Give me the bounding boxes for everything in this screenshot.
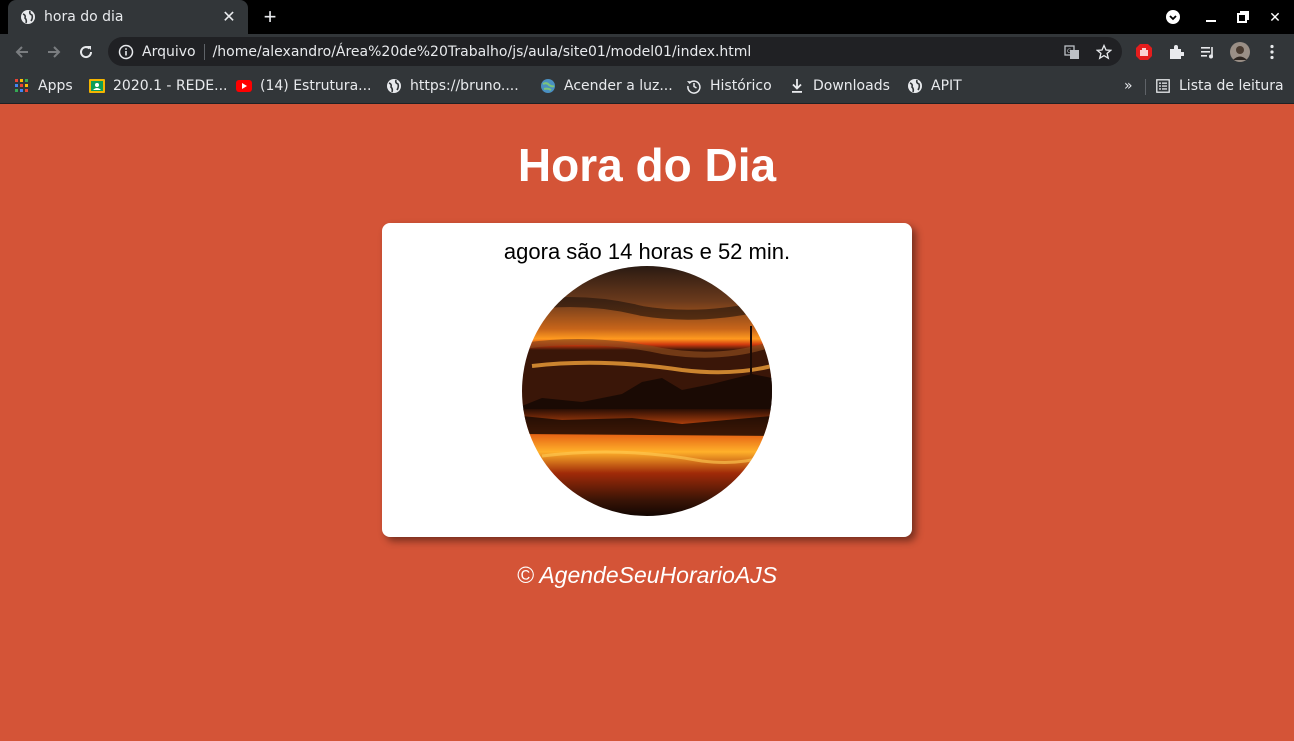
bookmark-label: 2020.1 - REDE... <box>113 78 228 94</box>
reading-list-icon <box>1155 78 1171 94</box>
globe-colored-icon <box>540 78 556 94</box>
tab-search-icon[interactable] <box>1164 8 1182 26</box>
address-divider <box>203 43 205 60</box>
bookmark-classroom[interactable]: 2020.1 - REDE... <box>89 76 228 96</box>
bookmarks-divider <box>1145 79 1146 95</box>
reading-list-label: Lista de leitura <box>1179 78 1284 94</box>
info-icon[interactable] <box>118 44 134 60</box>
back-arrow-icon[interactable] <box>12 42 32 62</box>
restore-icon[interactable] <box>1234 8 1252 26</box>
bookmark-youtube[interactable]: (14) Estrutura... <box>236 76 372 96</box>
security-label: Arquivo <box>142 43 196 60</box>
apps-grid-icon <box>14 78 30 94</box>
page-title: Hora do Dia <box>517 139 777 191</box>
youtube-icon <box>236 78 252 94</box>
close-tab-icon[interactable]: ✕ <box>220 8 238 26</box>
url-text[interactable]: /home/alexandro/Área%20de%20Trabalho/js/… <box>213 44 752 60</box>
media-queue-icon[interactable] <box>1198 42 1218 62</box>
bookmark-label: https://bruno.... <box>410 78 519 94</box>
globe-icon <box>20 9 36 25</box>
menu-dots-icon[interactable] <box>1262 42 1282 62</box>
bookmark-label: (14) Estrutura... <box>260 78 372 94</box>
bookmark-label: Apps <box>38 78 73 94</box>
time-card: agora são 14 horas e 52 min. <box>382 223 912 537</box>
reload-icon[interactable] <box>76 42 96 62</box>
adblock-extension-icon[interactable] <box>1134 42 1154 62</box>
extensions-puzzle-icon[interactable] <box>1166 42 1186 62</box>
close-window-icon[interactable]: ✕ <box>1266 8 1284 26</box>
bookmark-star-icon[interactable] <box>1095 43 1113 61</box>
minimize-icon[interactable] <box>1202 8 1220 26</box>
bookmark-apps[interactable]: Apps <box>14 76 73 96</box>
download-icon <box>789 78 805 94</box>
bookmark-historico[interactable]: Histórico <box>686 76 772 96</box>
profile-avatar[interactable] <box>1230 42 1250 62</box>
overflow-chevron-icon: » <box>1124 78 1133 94</box>
bookmark-label: Histórico <box>710 78 772 94</box>
sunset-photo <box>522 266 772 516</box>
bookmark-bruno[interactable]: https://bruno.... <box>386 76 519 96</box>
new-tab-button[interactable]: + <box>260 6 280 28</box>
bookmark-downloads[interactable]: Downloads <box>789 76 890 96</box>
globe-icon <box>907 78 923 94</box>
globe-icon <box>386 78 402 94</box>
tab-strip: hora do dia ✕ + ✕ <box>0 0 1294 34</box>
history-icon <box>686 78 702 94</box>
reading-list-button[interactable]: Lista de leitura <box>1155 76 1284 96</box>
bookmarks-bar: Apps 2020.1 - REDE... (14) Estrutura... … <box>0 70 1294 104</box>
bookmark-label: Acender a luz... <box>564 78 673 94</box>
bookmark-label: Downloads <box>813 78 890 94</box>
bookmark-acender[interactable]: Acender a luz... <box>540 76 673 96</box>
time-message: agora são 14 horas e 52 min. <box>503 239 791 264</box>
browser-toolbar: Arquivo /home/alexandro/Área%20de%20Trab… <box>0 34 1294 70</box>
bookmark-apit[interactable]: APIT <box>907 76 962 96</box>
classroom-icon <box>89 78 105 94</box>
tab-title: hora do dia <box>44 9 124 25</box>
translate-icon[interactable]: G <box>1063 43 1081 61</box>
footer-copyright: © AgendeSeuHorarioAJS <box>516 562 778 588</box>
forward-arrow-icon[interactable] <box>44 42 64 62</box>
svg-text:G: G <box>1067 48 1072 55</box>
bookmarks-overflow-button[interactable]: » <box>1124 76 1133 96</box>
bookmark-label: APIT <box>931 78 962 94</box>
browser-tab[interactable]: hora do dia ✕ <box>8 0 248 34</box>
address-bar[interactable]: Arquivo /home/alexandro/Área%20de%20Trab… <box>108 37 1122 66</box>
